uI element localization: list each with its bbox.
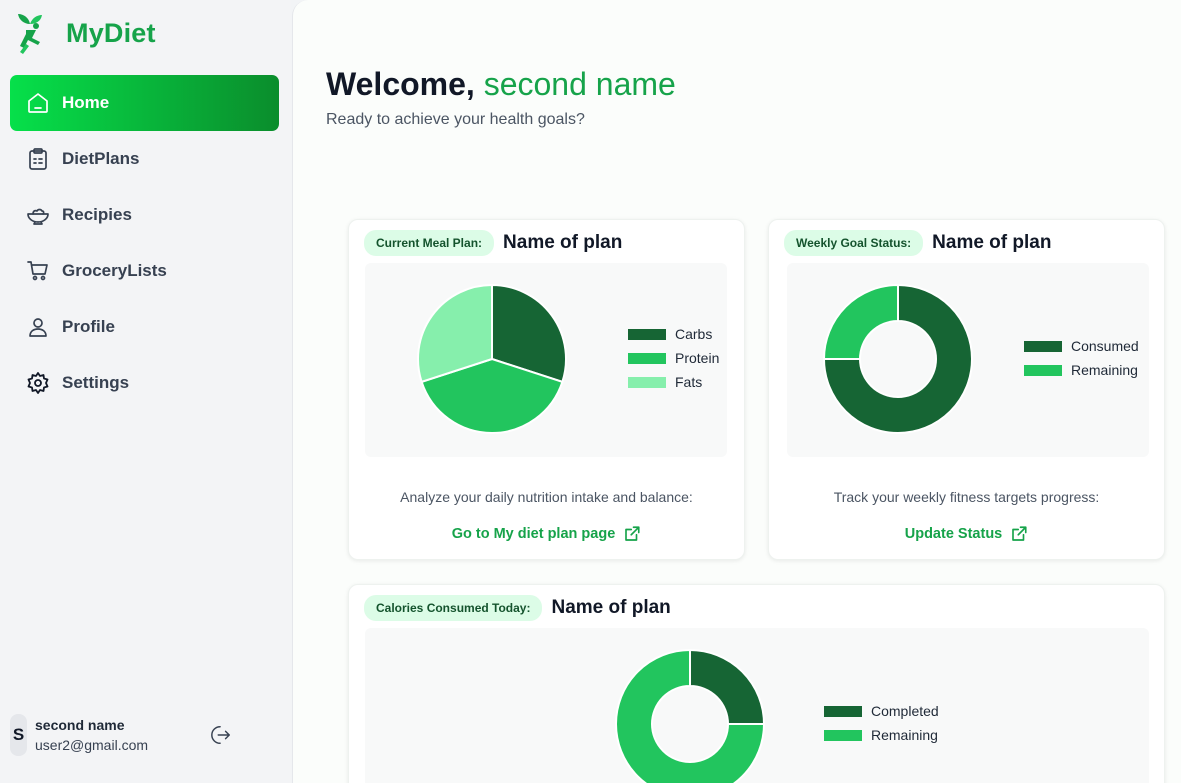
- sidebar-item-label: DietPlans: [62, 149, 140, 168]
- sidebar-item-dietplans[interactable]: DietPlans: [10, 131, 279, 187]
- pie-slice-remaining: [822, 283, 899, 360]
- external-link-icon: [1012, 526, 1027, 541]
- brand[interactable]: MyDiet: [14, 12, 156, 54]
- card-description: Track your weekly fitness targets progre…: [833, 489, 1100, 505]
- card-header: Calories Consumed Today: Name of plan: [364, 595, 671, 621]
- legend-item: Remaining: [1024, 358, 1139, 382]
- sidebar: MyDiet Home DietPlans Recipies GroceryLi…: [0, 0, 291, 783]
- chart-legend: Consumed Remaining: [1024, 334, 1139, 382]
- legend-item: Protein: [628, 346, 719, 370]
- sidebar-nav: Home DietPlans Recipies GroceryLists Pro…: [10, 75, 279, 411]
- gear-icon: [26, 371, 50, 395]
- legend-item: Completed: [824, 699, 939, 723]
- external-link-icon: [625, 526, 640, 541]
- legend-item: Fats: [628, 370, 719, 394]
- sidebar-item-profile[interactable]: Profile: [10, 299, 279, 355]
- legend-item: Carbs: [628, 322, 719, 346]
- chart-area: Consumed Remaining: [787, 263, 1149, 457]
- page-title: Welcome, second name: [326, 66, 676, 103]
- cart-icon: [26, 259, 50, 283]
- page-subtitle: Ready to achieve your health goals?: [326, 111, 585, 128]
- sidebar-item-label: Home: [62, 93, 110, 112]
- card-description: Analyze your daily nutrition intake and …: [400, 489, 693, 505]
- legend-swatch: [1024, 340, 1062, 352]
- clipboard-icon: [26, 147, 50, 171]
- chart-area: Carbs Protein Fats: [365, 263, 727, 457]
- legend-swatch: [1024, 364, 1062, 376]
- status-badge: Calories Consumed Today:: [364, 595, 543, 621]
- chart-area: Completed Remaining: [365, 628, 1149, 783]
- runner-leaf-logo-icon: [18, 14, 42, 54]
- plan-name: Name of plan: [551, 597, 671, 618]
- pie-slice-completed: [689, 648, 766, 725]
- diet-plan-link[interactable]: Go to My diet plan page: [349, 525, 744, 543]
- status-badge: Current Meal Plan:: [364, 230, 495, 256]
- sidebar-item-settings[interactable]: Settings: [10, 355, 279, 411]
- plan-name: Name of plan: [932, 232, 1052, 253]
- user-profile-box: S second name user2@gmail.com: [10, 714, 250, 756]
- legend-swatch: [824, 729, 862, 741]
- sidebar-item-recipies[interactable]: Recipies: [10, 187, 279, 243]
- card-header: Weekly Goal Status: Name of plan: [784, 230, 1051, 256]
- sidebar-item-label: GroceryLists: [62, 261, 167, 280]
- logout-icon[interactable]: [210, 724, 232, 746]
- legend-label: Carbs: [675, 326, 713, 342]
- legend-swatch: [628, 376, 666, 388]
- legend-label: Fats: [675, 374, 703, 390]
- legend-swatch: [824, 705, 862, 717]
- link-label: Update Status: [904, 526, 1003, 542]
- legend-item: Remaining: [824, 723, 939, 747]
- sidebar-item-home[interactable]: Home: [10, 75, 279, 131]
- status-badge: Weekly Goal Status:: [784, 230, 924, 256]
- sidebar-item-label: Recipies: [62, 205, 132, 224]
- card-header: Current Meal Plan: Name of plan: [364, 230, 622, 256]
- welcome-prefix: Welcome,: [326, 66, 475, 102]
- meal-plan-card: Current Meal Plan: Name of plan Carbs Pr…: [348, 219, 745, 560]
- legend-label: Consumed: [1071, 338, 1139, 354]
- legend-label: Remaining: [871, 727, 938, 743]
- chart-legend: Completed Remaining: [824, 699, 939, 747]
- legend-swatch: [628, 328, 666, 340]
- bowl-icon: [26, 203, 50, 227]
- plan-name: Name of plan: [503, 232, 623, 253]
- sidebar-item-grocerylists[interactable]: GroceryLists: [10, 243, 279, 299]
- welcome-user-name: second name: [483, 66, 676, 102]
- weekly-goal-card: Weekly Goal Status: Name of plan Consume…: [768, 219, 1165, 560]
- legend-label: Completed: [871, 703, 939, 719]
- user-icon: [26, 315, 50, 339]
- calories-card: Calories Consumed Today: Name of plan Co…: [348, 584, 1165, 783]
- brand-name: MyDiet: [66, 17, 156, 48]
- user-name: second name: [35, 717, 125, 733]
- user-email: user2@gmail.com: [35, 737, 149, 753]
- home-icon: [26, 91, 50, 115]
- link-label: Go to My diet plan page: [451, 526, 616, 542]
- legend-label: Remaining: [1071, 362, 1138, 378]
- avatar[interactable]: S: [10, 714, 27, 756]
- calories-donut-chart: [615, 648, 766, 783]
- sidebar-item-label: Settings: [62, 373, 130, 392]
- chart-legend: Carbs Protein Fats: [628, 322, 719, 394]
- legend-label: Protein: [675, 350, 720, 366]
- sidebar-item-label: Profile: [62, 317, 115, 336]
- legend-swatch: [628, 352, 666, 364]
- main-content: Welcome, second name Ready to achieve yo…: [292, 0, 1181, 783]
- update-status-link[interactable]: Update Status: [769, 525, 1164, 543]
- legend-item: Consumed: [1024, 334, 1139, 358]
